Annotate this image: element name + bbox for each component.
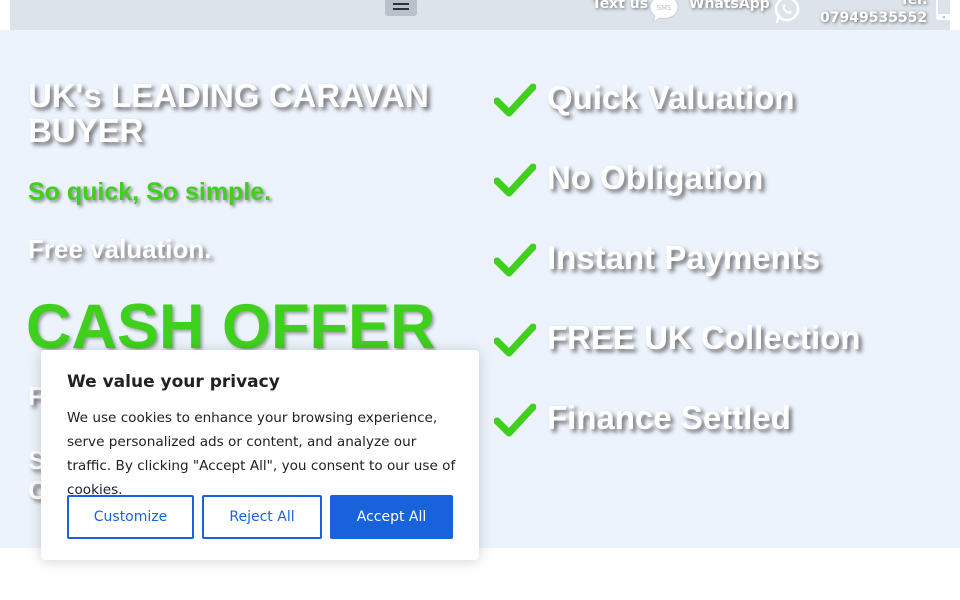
mobile-phone-icon[interactable] xyxy=(934,0,954,22)
checkmark-icon xyxy=(494,163,536,197)
checkmark-icon xyxy=(494,243,536,277)
tel-label: Tel: xyxy=(900,0,928,8)
accept-all-button[interactable]: Accept All xyxy=(330,495,453,539)
checkmark-icon xyxy=(494,323,536,357)
hamburger-line xyxy=(393,8,409,10)
hero-headline: UK's LEADING CARAVAN BUYER xyxy=(28,77,429,149)
customize-button[interactable]: Customize xyxy=(67,495,194,539)
tel-number-link[interactable]: 07949535552 xyxy=(820,10,927,26)
text-us-link[interactable]: Text us xyxy=(592,0,648,12)
checkmark-icon xyxy=(494,83,536,117)
sms-icon[interactable]: SMS xyxy=(648,0,680,24)
free-valuation-text: Free valuation. xyxy=(28,234,212,264)
top-bar: Text us SMS WhatsApp Tel: 07949535552 xyxy=(10,0,952,30)
feature-label: No Obligation xyxy=(547,159,764,196)
hamburger-line xyxy=(393,3,409,5)
hero-tagline: So quick, So simple. xyxy=(28,178,272,206)
whatsapp-link[interactable]: WhatsApp xyxy=(689,0,770,12)
reject-all-button[interactable]: Reject All xyxy=(202,495,322,539)
cookie-banner-title: We value your privacy xyxy=(67,372,280,392)
sms-icon-text: SMS xyxy=(657,4,672,12)
feature-label: Instant Payments xyxy=(547,239,821,276)
checkmark-icon xyxy=(494,403,536,437)
cookie-banner-text: We use cookies to enhance your browsing … xyxy=(67,410,456,498)
feature-label: Quick Valuation xyxy=(547,79,795,116)
menu-toggle-button[interactable] xyxy=(385,0,417,16)
cookie-consent-banner: We value your privacy We use cookies to … xyxy=(41,350,479,560)
whatsapp-icon[interactable] xyxy=(772,0,802,24)
feature-label: FREE UK Collection xyxy=(547,319,861,356)
feature-label: Finance Settled xyxy=(547,399,791,436)
